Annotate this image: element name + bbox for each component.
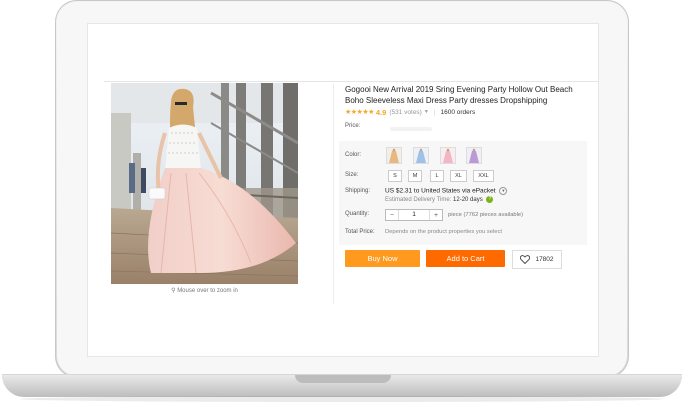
color-swatch-4[interactable] — [466, 147, 482, 164]
quantity-increase-button[interactable]: + — [430, 212, 442, 219]
rating-value: 4.9 — [375, 107, 387, 117]
header-divider — [104, 81, 598, 82]
quantity-input[interactable]: 1 — [398, 210, 430, 220]
size-option-xl[interactable]: XL — [450, 170, 467, 182]
size-option-l[interactable]: L — [430, 170, 444, 182]
model-photo-illustration — [111, 83, 298, 284]
color-swatch-3[interactable] — [440, 147, 456, 164]
zoom-hint-text: Mouse over to zoom in — [177, 288, 238, 294]
size-option-xxl[interactable]: XXL — [473, 170, 494, 182]
search-icon: ⚲ — [171, 288, 176, 294]
size-label: Size: — [345, 172, 359, 178]
shipping-label: Shipping: — [345, 188, 371, 194]
add-to-cart-button[interactable]: Add to Cart — [426, 250, 505, 267]
zoom-hint: ⚲ Mouse over to zoom in — [88, 287, 321, 294]
dress-swatch-icon — [387, 148, 401, 163]
shipping-method[interactable]: US $2.31 to United States via ePacket ▼ — [385, 187, 508, 195]
divider: | — [433, 108, 436, 116]
quantity-decrease-button[interactable]: − — [386, 212, 398, 219]
laptop-screen: ⚲ Mouse over to zoom in Gogooi New Arriv… — [88, 24, 598, 356]
product-title[interactable]: Gogooi New Arrival 2019 Sring Evening Pa… — [345, 85, 593, 106]
dress-swatch-icon — [441, 148, 455, 163]
size-option-s[interactable]: S — [388, 170, 402, 182]
product-image[interactable] — [111, 83, 298, 284]
rating-row: ★★★★★ 4.9 (531 votes) ▼ | 1600 orders — [345, 107, 475, 117]
delivery-time: Estimated Delivery Time: 12-20 days ? — [385, 196, 494, 204]
size-option-m[interactable]: M — [408, 170, 422, 182]
orders-count: 1600 orders — [440, 108, 476, 116]
total-price-label: Total Price: — [345, 229, 375, 235]
delivery-days: 12-20 days — [453, 197, 483, 204]
chevron-down-icon[interactable]: ▼ — [499, 187, 508, 195]
total-price-note: Depends on the product properties you se… — [385, 229, 502, 235]
help-icon[interactable]: ? — [486, 196, 494, 203]
shipping-destination: to United States via ePacket — [413, 187, 496, 195]
wishlist-button[interactable]: 17802 — [512, 250, 562, 269]
wishlist-count: 17802 — [535, 256, 554, 263]
dress-swatch-icon — [414, 148, 428, 163]
dress-swatch-icon — [467, 148, 481, 163]
color-label: Color: — [345, 152, 362, 158]
quantity-label: Quantity: — [345, 211, 370, 217]
chevron-down-icon[interactable]: ▼ — [424, 109, 429, 115]
quantity-stepper[interactable]: − 1 + — [385, 209, 443, 221]
price-label: Price: — [345, 123, 361, 129]
shipping-price: US $2.31 — [385, 187, 413, 195]
delivery-label: Estimated Delivery Time: — [385, 197, 452, 204]
color-swatch-2[interactable] — [413, 147, 429, 164]
heart-icon — [520, 255, 531, 264]
buy-now-button[interactable]: Buy Now — [345, 250, 420, 267]
column-divider — [333, 84, 334, 304]
price-value-placeholder — [390, 127, 432, 131]
laptop-shadow — [20, 396, 664, 402]
star-rating-icon: ★★★★★ — [345, 109, 374, 116]
votes-link[interactable]: (531 votes) — [389, 109, 422, 116]
color-swatch-1[interactable] — [386, 147, 402, 164]
laptop-notch — [295, 375, 391, 383]
quantity-available: piece (7762 pieces available) — [448, 212, 524, 218]
